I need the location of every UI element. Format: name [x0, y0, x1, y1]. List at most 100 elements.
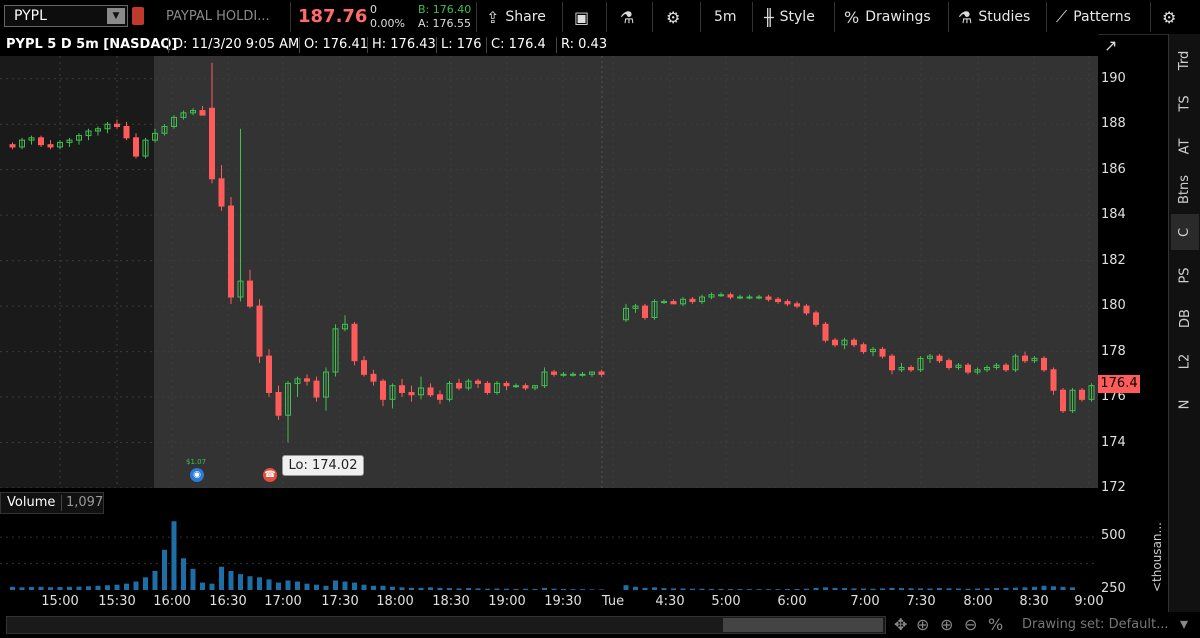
time-tick-label: 6:00: [777, 594, 807, 609]
candle-body: [123, 125, 130, 139]
gear-menu-button[interactable]: ⚙: [1162, 0, 1182, 34]
divider: [367, 37, 368, 53]
volume-chart[interactable]: [0, 492, 1098, 592]
volume-bar: [181, 558, 186, 590]
time-tick-label: 17:30: [321, 594, 359, 609]
price-tick-label: 188: [1101, 116, 1126, 132]
style-button[interactable]: ╫ Style: [764, 0, 815, 34]
header-low: L: 176: [441, 37, 482, 52]
divider: [299, 37, 300, 53]
horizontal-scrollbar[interactable]: [6, 616, 886, 634]
candle-body: [313, 380, 320, 398]
sidebar-tab-n[interactable]: N: [1171, 386, 1199, 422]
patterns-icon: ⟋: [1056, 7, 1068, 26]
candle: [256, 299, 263, 363]
price-tick-label: 186: [1101, 161, 1126, 177]
flag-icon[interactable]: [132, 7, 144, 25]
sidebar-tab-btns[interactable]: Btns: [1171, 171, 1199, 207]
volume-bar: [152, 570, 158, 590]
bid-ask: B: 176.40 A: 176.55: [418, 3, 471, 31]
header-close: C: 176.4: [491, 37, 546, 52]
main-toolbar: PYPL ▼ PAYPAL HOLDI... 187.76 0 0.00% B:…: [0, 0, 1200, 35]
divider: [168, 37, 169, 53]
sidebar-tab-ps[interactable]: PS: [1171, 257, 1199, 293]
time-tick-label: 8:30: [1019, 594, 1049, 609]
drawings-button[interactable]: % Drawings: [844, 0, 931, 34]
percent-icon[interactable]: %: [988, 615, 1003, 634]
move-icon[interactable]: ✥: [894, 615, 907, 634]
candle-body: [936, 355, 943, 362]
sidebar-tab-at[interactable]: AT: [1171, 128, 1199, 164]
time-tick-label: 7:00: [850, 594, 880, 609]
gear-icon: ⚙: [1162, 7, 1177, 27]
studies-button[interactable]: ⚗ Studies: [958, 0, 1030, 34]
candle-body: [218, 178, 225, 207]
sidebar-tab-db[interactable]: DB: [1171, 300, 1199, 336]
share-button[interactable]: ⇪ Share: [486, 0, 546, 34]
candle-body: [47, 144, 54, 148]
candle-body: [813, 312, 819, 325]
time-tick-label: Tue: [601, 594, 625, 609]
sidebar-tab-trd[interactable]: Trd: [1171, 42, 1199, 78]
session-background: [0, 56, 1098, 488]
divider: [834, 2, 835, 32]
volume-bar: [342, 581, 348, 590]
flask-icon: ⚗: [958, 7, 973, 27]
time-axis: 15:00 15:30 16:00 16:30 17:00 17:30 18:00 18:30…: [0, 590, 1168, 612]
divider: [556, 37, 557, 53]
volume-tick: 500: [1101, 528, 1126, 543]
time-tick-label: 18:00: [376, 594, 414, 609]
calendar-alert-icon: ▣: [574, 7, 590, 27]
sidebar-tab-label: L2: [1177, 353, 1193, 369]
candle-body: [199, 110, 206, 116]
bid-price: B: 176.40: [418, 3, 472, 16]
candle-body: [560, 373, 567, 376]
candle-body: [456, 382, 462, 389]
divider: [562, 2, 563, 32]
candle-body: [209, 107, 215, 180]
zoom-in-icon[interactable]: ⊕: [940, 615, 953, 634]
settings-button[interactable]: ⚙: [666, 0, 686, 34]
candle: [1050, 367, 1057, 395]
divider: [606, 2, 607, 32]
candle-body: [1022, 355, 1028, 362]
zoom-out-icon[interactable]: ⊖: [964, 615, 977, 634]
scroll-thumb[interactable]: [723, 618, 883, 632]
conference-call-icon[interactable]: ☎: [263, 468, 277, 482]
candle: [1079, 387, 1085, 402]
candle-body: [794, 303, 800, 307]
pan-icon[interactable]: ⊕: [916, 615, 929, 634]
candle-body: [399, 385, 405, 394]
candle-body: [946, 360, 952, 368]
alert-button[interactable]: ▣: [574, 0, 595, 34]
sidebar-tab-ts[interactable]: TS: [1171, 85, 1199, 121]
chevron-down-icon[interactable]: ▾: [1180, 614, 1188, 633]
candle-body: [579, 373, 586, 376]
interval-button[interactable]: 5m: [714, 0, 737, 34]
candle: [484, 381, 491, 395]
right-sidebar: Trd TS AT Btns C PS DB L2 N: [1168, 34, 1200, 612]
volume-bar: [285, 580, 291, 590]
time-tick-label: 16:00: [153, 594, 191, 609]
divider: [290, 2, 291, 32]
symbol-selector[interactable]: PYPL ▼: [4, 5, 128, 27]
chart-title[interactable]: PYPL 5 D 5m [NASDAQ]: [6, 37, 177, 52]
time-tick-label: 8:00: [963, 594, 993, 609]
candle-body: [304, 378, 310, 382]
chart-mode-icon[interactable]: ↗: [1104, 36, 1117, 55]
drawing-set-status[interactable]: Drawing set: Default...: [1022, 617, 1168, 632]
chevron-down-icon[interactable]: ▼: [107, 8, 125, 24]
candle-body: [1003, 364, 1009, 371]
earnings-icon[interactable]: ◉: [190, 468, 204, 482]
sidebar-tab-l2[interactable]: L2: [1171, 343, 1199, 379]
candle-body: [689, 298, 696, 303]
candle: [813, 310, 819, 327]
flask-button[interactable]: ⚗: [620, 0, 640, 34]
divider: [752, 2, 753, 32]
candle-body: [38, 137, 44, 146]
price-chart[interactable]: [0, 56, 1098, 488]
volume-bar: [257, 577, 262, 590]
price-axis: 172 174 176 178 180 182 184 186 188 190: [1098, 56, 1168, 495]
sidebar-tab-c[interactable]: C: [1171, 214, 1199, 250]
patterns-button[interactable]: ⟋ Patterns: [1056, 0, 1131, 34]
